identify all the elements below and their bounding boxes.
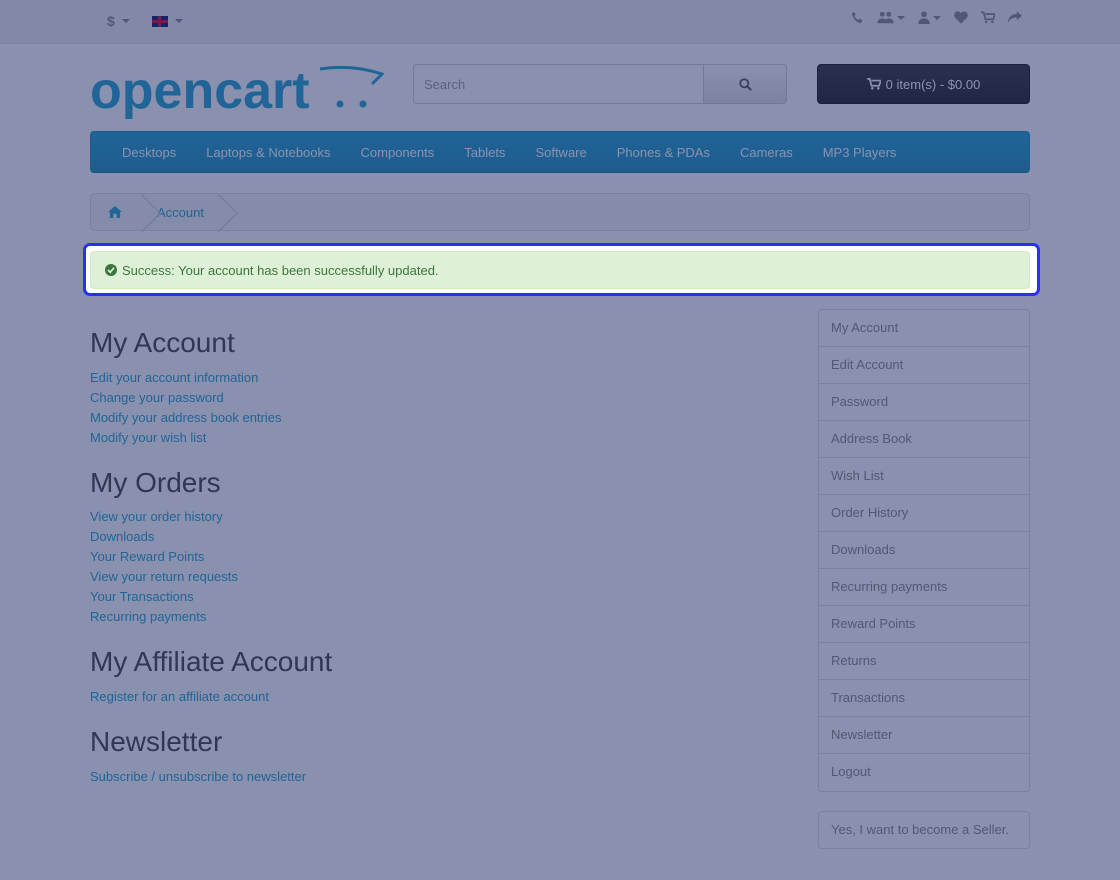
sidebar-item-address-book[interactable]: Address Book xyxy=(819,421,1029,458)
chevron-down-icon xyxy=(174,19,183,23)
cart-button[interactable]: 0 item(s) - $0.00 xyxy=(817,64,1030,104)
search-icon xyxy=(738,77,752,91)
account-sidebar: My Account Edit Account Password Address… xyxy=(818,309,1030,792)
check-circle-icon xyxy=(105,264,117,276)
sidebar-item-newsletter[interactable]: Newsletter xyxy=(819,717,1029,754)
search-bar xyxy=(413,64,787,104)
menu-item-tablets[interactable]: Tablets xyxy=(449,145,520,160)
alert-message: Success: Your account has been successfu… xyxy=(122,262,439,278)
sidebar-item-downloads[interactable]: Downloads xyxy=(819,532,1029,569)
sidebar-item-returns[interactable]: Returns xyxy=(819,643,1029,680)
menu-item-software[interactable]: Software xyxy=(520,145,601,160)
affiliate-title: My Affiliate Account xyxy=(90,646,333,677)
wish-list-link[interactable]: Modify your wish list xyxy=(90,428,281,448)
site-logo[interactable]: opencart xyxy=(90,62,385,124)
sidebar-item-my-account[interactable]: My Account xyxy=(819,310,1029,347)
chevron-down-icon xyxy=(933,15,941,20)
breadcrumb: Account xyxy=(90,193,1030,231)
language-dropdown[interactable] xyxy=(151,12,183,30)
success-alert: Success: Your account has been successfu… xyxy=(90,251,1030,289)
sidebar-item-logout[interactable]: Logout xyxy=(819,754,1029,791)
search-input[interactable] xyxy=(413,64,703,104)
newsletter-title: Newsletter xyxy=(90,726,223,757)
transactions-link[interactable]: Your Transactions xyxy=(90,587,238,607)
currency-symbol: $ xyxy=(107,13,115,29)
my-account-links: Edit your account information Change you… xyxy=(90,368,281,448)
breadcrumb-separator xyxy=(139,194,157,230)
my-account-title: My Account xyxy=(90,327,235,358)
cart-icon[interactable] xyxy=(981,11,995,24)
menu-item-components[interactable]: Components xyxy=(346,145,450,160)
downloads-link[interactable]: Downloads xyxy=(90,527,238,547)
top-bar: $ xyxy=(0,0,1120,44)
cart-icon xyxy=(866,78,881,90)
my-orders-links: View your order history Downloads Your R… xyxy=(90,507,238,627)
menu-item-laptops[interactable]: Laptops & Notebooks xyxy=(191,145,345,160)
cart-total: 0 item(s) - $0.00 xyxy=(885,76,981,92)
sidebar-item-reward-points[interactable]: Reward Points xyxy=(819,606,1029,643)
sidebar-item-password[interactable]: Password xyxy=(819,384,1029,421)
become-seller-button[interactable]: Yes, I want to become a Seller. xyxy=(818,811,1030,849)
currency-dropdown[interactable]: $ xyxy=(107,12,130,30)
home-icon xyxy=(108,206,122,218)
order-history-link[interactable]: View your order history xyxy=(90,507,238,527)
register-affiliate-link[interactable]: Register for an affiliate account xyxy=(90,687,269,707)
chevron-down-icon xyxy=(121,19,130,23)
chevron-down-icon xyxy=(897,15,905,20)
sidebar-item-edit-account[interactable]: Edit Account xyxy=(819,347,1029,384)
menu-item-mp3-players[interactable]: MP3 Players xyxy=(808,145,912,160)
newsletter-links: Subscribe / unsubscribe to newsletter xyxy=(90,767,306,787)
users-icon[interactable] xyxy=(877,11,905,24)
breadcrumb-separator xyxy=(216,194,234,230)
my-orders-title: My Orders xyxy=(90,467,221,498)
phone-icon[interactable] xyxy=(851,11,864,24)
search-button[interactable] xyxy=(703,64,787,104)
main-menu: Desktops Laptops & Notebooks Components … xyxy=(90,131,1030,173)
address-book-link[interactable]: Modify your address book entries xyxy=(90,408,281,428)
return-requests-link[interactable]: View your return requests xyxy=(90,567,238,587)
logo-text: opencart xyxy=(90,62,310,120)
sidebar-item-wish-list[interactable]: Wish List xyxy=(819,458,1029,495)
menu-item-phones[interactable]: Phones & PDAs xyxy=(602,145,725,160)
menu-item-desktops[interactable]: Desktops xyxy=(107,145,191,160)
reward-points-link[interactable]: Your Reward Points xyxy=(90,547,238,567)
newsletter-subscribe-link[interactable]: Subscribe / unsubscribe to newsletter xyxy=(90,767,306,787)
share-icon[interactable] xyxy=(1008,11,1022,24)
affiliate-links: Register for an affiliate account xyxy=(90,687,269,707)
change-password-link[interactable]: Change your password xyxy=(90,388,281,408)
edit-account-link[interactable]: Edit your account information xyxy=(90,368,281,388)
sidebar-item-transactions[interactable]: Transactions xyxy=(819,680,1029,717)
sidebar-item-recurring-payments[interactable]: Recurring payments xyxy=(819,569,1029,606)
sidebar-item-order-history[interactable]: Order History xyxy=(819,495,1029,532)
recurring-payments-link[interactable]: Recurring payments xyxy=(90,607,238,627)
uk-flag-icon xyxy=(151,15,168,27)
menu-item-cameras[interactable]: Cameras xyxy=(725,145,808,160)
user-icon[interactable] xyxy=(918,11,941,24)
heart-icon[interactable] xyxy=(954,11,968,24)
